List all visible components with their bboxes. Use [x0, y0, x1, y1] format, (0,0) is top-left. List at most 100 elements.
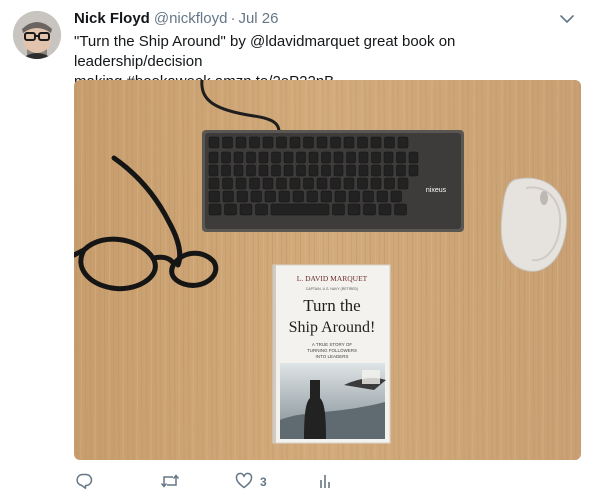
keycap — [208, 151, 219, 164]
keycap — [271, 151, 281, 164]
avatar[interactable] — [13, 11, 61, 59]
like-button[interactable]: 3 — [235, 470, 267, 494]
keycap — [233, 151, 244, 164]
keycap — [224, 203, 237, 216]
keycap — [343, 177, 355, 190]
keycap — [362, 190, 374, 203]
keycap — [221, 164, 231, 177]
reply-button[interactable] — [75, 470, 93, 494]
keycap — [397, 136, 409, 149]
heart-icon — [235, 472, 253, 493]
keycap — [296, 151, 306, 164]
keycap — [208, 190, 220, 203]
keycap — [363, 203, 376, 216]
keycap — [208, 136, 220, 149]
keycap — [306, 190, 318, 203]
keycap — [289, 136, 301, 149]
keycap — [371, 164, 381, 177]
keycap — [222, 136, 233, 149]
keycap — [235, 177, 247, 190]
keycap — [343, 136, 355, 149]
keycap — [383, 164, 394, 177]
keycap — [249, 177, 260, 190]
reply-icon — [75, 472, 93, 493]
keycap — [208, 177, 220, 190]
keycap — [390, 190, 402, 203]
keycap — [222, 177, 233, 190]
keycap — [316, 136, 328, 149]
keycap — [271, 164, 281, 177]
book-tagline-line-3: INTO LEADERS — [316, 354, 349, 359]
keycap — [378, 203, 392, 216]
keycap — [239, 203, 253, 216]
tweet-photo[interactable]: nixeus L. DAVID MARQUET CAPTAIN, U.S. NA… — [74, 80, 581, 460]
keyboard-brand: nixeus — [426, 187, 447, 194]
keycap — [221, 151, 231, 164]
keycap — [264, 190, 276, 203]
like-count: 3 — [260, 475, 267, 489]
keycap — [249, 136, 260, 149]
keycap — [316, 177, 328, 190]
keycap — [308, 164, 319, 177]
keycap — [357, 177, 368, 190]
book-title-line-2: Ship Around! — [289, 319, 376, 336]
keycap — [330, 177, 341, 190]
keycap — [235, 136, 247, 149]
keycap — [348, 190, 360, 203]
keycap — [289, 177, 301, 190]
keycap — [332, 203, 345, 216]
tweet-text-line-1: "Turn the Ship Around" by @ldavidmarquet… — [74, 33, 456, 70]
keycap — [283, 164, 294, 177]
keycap — [208, 164, 219, 177]
chevron-down-icon — [560, 11, 574, 29]
keycap — [308, 151, 319, 164]
tweet: Nick Floyd @nickfloyd · Jul 26 "Turn the Sh… — [0, 0, 590, 500]
keycap — [357, 136, 368, 149]
more-options-button[interactable] — [556, 12, 578, 28]
keycap — [258, 151, 269, 164]
keycap — [246, 164, 256, 177]
retweet-button[interactable] — [160, 470, 180, 494]
book-subtitle-small: CAPTAIN, U.S. NAVY (RETIRED) — [306, 287, 359, 291]
keycap — [303, 177, 314, 190]
keycap — [270, 203, 330, 216]
keycap — [384, 177, 395, 190]
keycap — [376, 190, 388, 203]
keycap — [258, 164, 269, 177]
keycap — [222, 190, 234, 203]
keycap — [394, 203, 407, 216]
keycap — [262, 136, 274, 149]
book-tagline-line-2: TURNING FOLLOWERS — [307, 348, 357, 353]
keycap — [330, 136, 341, 149]
keycap — [278, 190, 290, 203]
keycap — [333, 151, 344, 164]
keycap — [384, 136, 395, 149]
keycap — [370, 136, 382, 149]
keycap — [276, 177, 287, 190]
retweet-icon — [160, 472, 180, 493]
keycap — [358, 151, 369, 164]
analytics-button[interactable] — [318, 470, 332, 494]
book-title-line-1: Turn the — [303, 296, 360, 315]
keycap — [321, 164, 331, 177]
keycap — [303, 136, 314, 149]
keycap — [396, 151, 406, 164]
keycap — [333, 164, 344, 177]
keycap — [320, 190, 332, 203]
author-name[interactable]: Nick Floyd — [74, 10, 150, 27]
keycap — [370, 177, 382, 190]
computer-mouse — [500, 177, 568, 272]
separator-dot: · — [230, 10, 236, 27]
keycap — [276, 136, 287, 149]
author-handle[interactable]: @nickfloyd — [154, 10, 228, 27]
tweet-date[interactable]: Jul 26 — [238, 10, 278, 27]
keycap — [358, 164, 369, 177]
keycap — [292, 190, 304, 203]
keycap — [396, 164, 406, 177]
keycap — [397, 177, 409, 190]
keycap — [371, 151, 381, 164]
book-author: L. DAVID MARQUET — [297, 274, 368, 283]
tweet-actions: 3 — [74, 470, 404, 494]
keycap — [347, 203, 361, 216]
book-tagline-line-1: A TRUE STORY OF — [312, 342, 352, 347]
